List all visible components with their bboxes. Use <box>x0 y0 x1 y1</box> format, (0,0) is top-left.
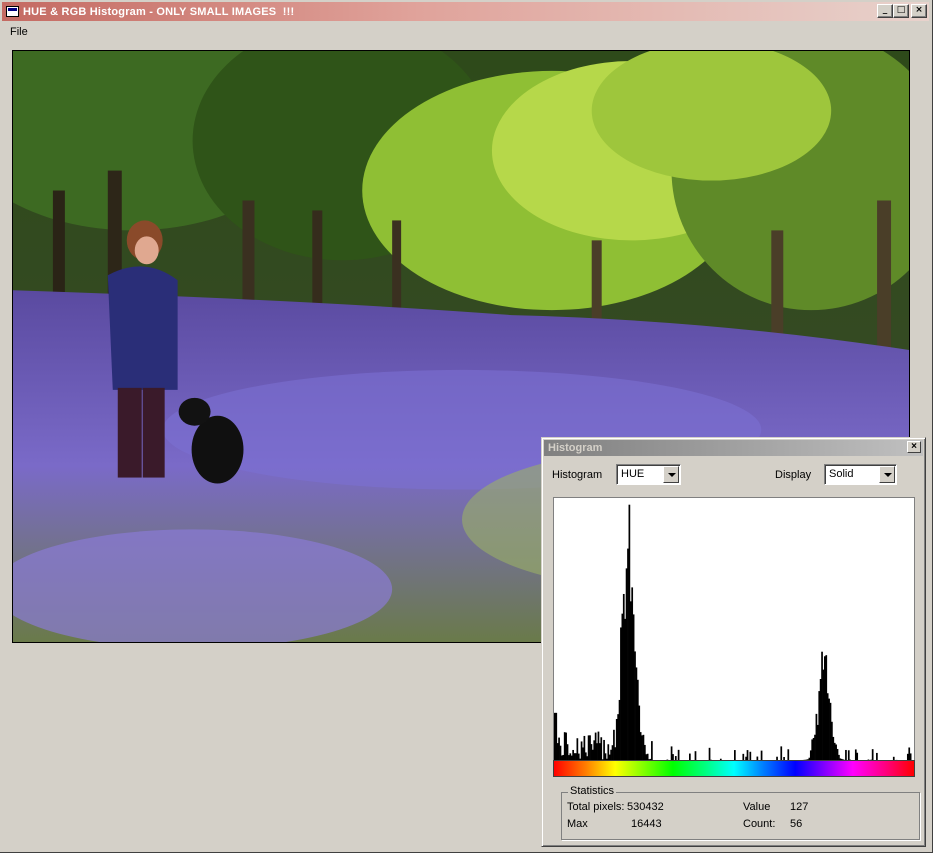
histogram-bar <box>845 749 847 760</box>
histogram-bar <box>708 747 711 760</box>
statistics-label: Statistics <box>568 785 617 797</box>
histogram-type-label: Histogram <box>552 469 603 481</box>
histogram-window-title: Histogram <box>548 442 603 454</box>
max-label: Max <box>567 818 588 830</box>
histogram-bar <box>760 750 763 760</box>
statistics-group: Statistics Total pixels: 530432 Max 1644… <box>561 785 920 840</box>
histogram-bar <box>871 749 874 760</box>
histogram-close-button[interactable]: × <box>907 441 921 453</box>
maximize-button[interactable]: □ <box>893 4 909 18</box>
chevron-down-icon[interactable] <box>663 466 679 483</box>
minimize-button[interactable]: _ <box>877 4 893 18</box>
histogram-type-select[interactable]: HUE <box>616 464 681 485</box>
app-icon[interactable] <box>6 6 19 17</box>
display-mode-value: Solid <box>829 468 854 480</box>
window-title: HUE & RGB Histogram - ONLY SMALL IMAGES … <box>23 5 295 18</box>
chevron-down-icon[interactable] <box>879 466 895 483</box>
value-value: 127 <box>790 801 809 813</box>
value-label: Value <box>743 801 771 813</box>
histogram-bar <box>746 750 749 760</box>
main-window: HUE & RGB Histogram - ONLY SMALL IMAGES … <box>0 0 933 853</box>
max-value: 16443 <box>631 818 662 830</box>
total-pixels-label: Total pixels: <box>567 801 625 813</box>
histogram-bar <box>780 746 783 760</box>
histogram-bar <box>677 749 680 760</box>
histogram-bar <box>600 737 603 760</box>
histogram-bar <box>694 751 697 760</box>
histogram-bar <box>787 749 790 760</box>
close-button[interactable]: × <box>911 4 927 18</box>
title-bar[interactable]: HUE & RGB Histogram - ONLY SMALL IMAGES … <box>2 2 929 21</box>
count-label: Count: <box>743 818 776 830</box>
display-mode-label: Display <box>775 469 812 481</box>
histogram-bar <box>856 752 859 760</box>
histogram-bar <box>749 751 752 760</box>
menu-bar: File <box>2 22 929 41</box>
histogram-plot <box>553 497 915 763</box>
histogram-bar <box>734 750 736 760</box>
histogram-window: Histogram × Histogram HUE Display Solid … <box>541 437 926 847</box>
histogram-bar <box>847 750 850 760</box>
histogram-bar <box>651 741 653 760</box>
count-value: 56 <box>790 818 803 830</box>
histogram-bar <box>909 753 912 760</box>
display-mode-select[interactable]: Solid <box>824 464 897 485</box>
histogram-chart <box>554 504 912 760</box>
histogram-bar <box>876 752 878 760</box>
menu-file[interactable]: File <box>10 26 28 38</box>
histogram-title-bar[interactable]: Histogram × <box>544 440 923 456</box>
histogram-type-value: HUE <box>621 468 645 480</box>
total-pixels-value: 530432 <box>627 801 664 813</box>
hue-spectrum-bar <box>553 760 915 777</box>
